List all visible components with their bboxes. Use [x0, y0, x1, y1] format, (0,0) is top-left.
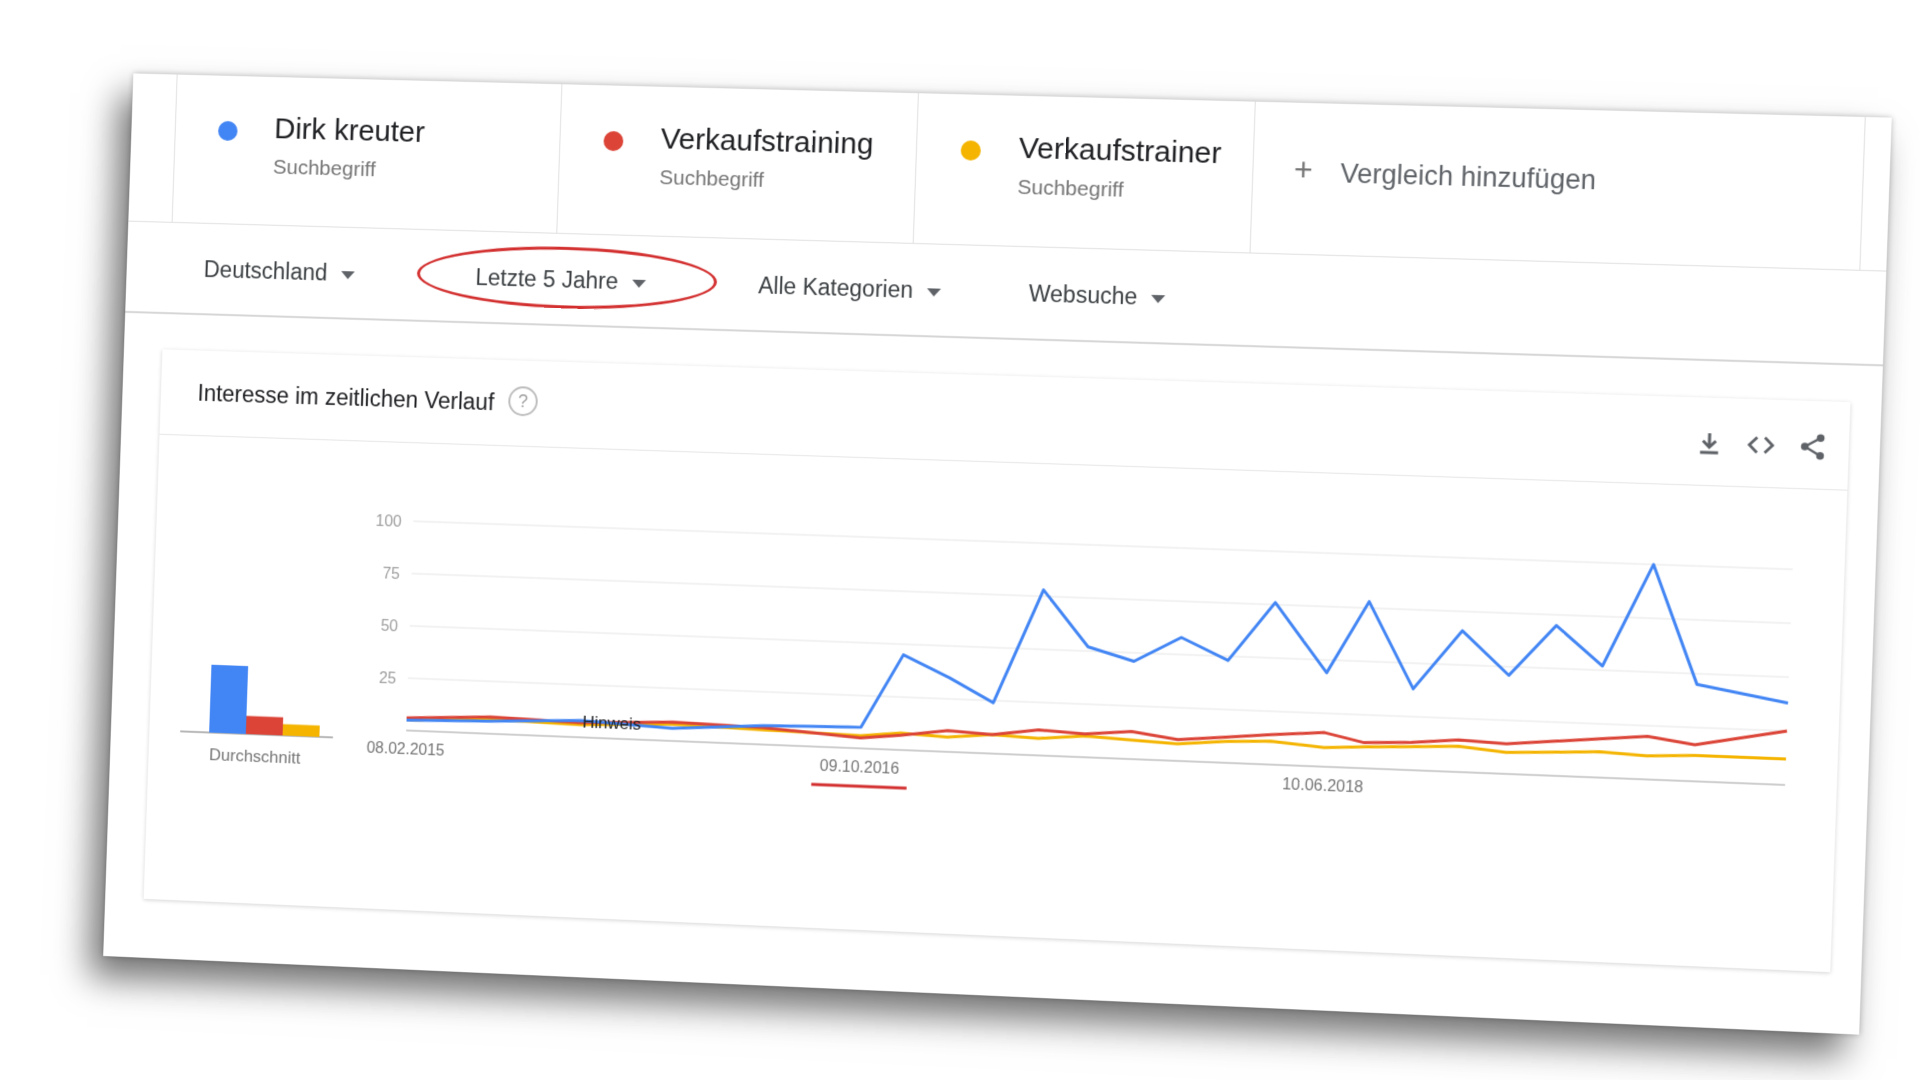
- add-comparison-label: Vergleich hinzufügen: [1339, 158, 1597, 196]
- caret-down-icon: [926, 288, 942, 297]
- chart-grid: [406, 521, 1793, 785]
- term-card-1[interactable]: Dirk kreuter Suchbegriff: [171, 74, 563, 233]
- average-bar-3[interactable]: [282, 724, 320, 737]
- chart-series: [407, 521, 1793, 774]
- term-type: Suchbegriff: [1017, 175, 1124, 202]
- caret-down-icon: [1151, 294, 1166, 304]
- download-icon[interactable]: [1693, 428, 1725, 459]
- time-range-value: Letzte 5 Jahre: [475, 264, 619, 295]
- average-label: Durchschnitt: [209, 745, 301, 768]
- region-dropdown[interactable]: Deutschland: [203, 256, 355, 287]
- x-tick-label: 08.02.2015: [366, 740, 445, 760]
- note-marker-label[interactable]: Hinweis: [582, 712, 641, 733]
- y-axis-ticks: 25 50 75 100: [375, 513, 402, 688]
- x-tick-label: 10.06.2018: [1282, 776, 1364, 797]
- average-bar-2[interactable]: [245, 715, 284, 736]
- term-name: Dirk kreuter: [273, 112, 426, 149]
- term-card-3[interactable]: Verkaufstrainer Suchbegriff: [913, 93, 1256, 253]
- term-color-dot: [603, 130, 624, 152]
- term-type: Suchbegriff: [272, 155, 377, 182]
- search-type-value: Websuche: [1028, 280, 1138, 310]
- plus-icon: +: [1293, 150, 1314, 188]
- trends-card: Dirk kreuter Suchbegriff Verkaufstrainin…: [103, 73, 1892, 1035]
- search-type-dropdown[interactable]: Websuche: [1028, 280, 1166, 311]
- embed-icon[interactable]: [1745, 429, 1777, 460]
- share-icon[interactable]: [1797, 431, 1829, 463]
- chart-area: Durchschnitt 25 50 75 100 08.02.2015 09.10.2…: [144, 434, 1848, 972]
- time-range-dropdown[interactable]: Letzte 5 Jahre: [475, 264, 646, 296]
- term-color-dot: [960, 140, 982, 161]
- region-value: Deutschland: [203, 256, 328, 286]
- x-tick-label: 09.10.2016: [819, 758, 899, 778]
- gridline: [412, 574, 1791, 624]
- term-type: Suchbegriff: [659, 166, 765, 192]
- x-axis-ticks: 08.02.2015 09.10.2016 10.06.2018: [366, 740, 1364, 797]
- widget-title: Interesse im zeitlichen Verlauf: [197, 379, 495, 416]
- term-name: Verkaufstraining: [660, 122, 875, 161]
- term-color-dot: [217, 120, 238, 142]
- screenshot-stage: Dirk kreuter Suchbegriff Verkaufstrainin…: [0, 0, 1920, 1080]
- category-value: Alle Kategorien: [757, 272, 914, 303]
- y-tick-label: 75: [382, 565, 400, 583]
- caret-down-icon: [631, 279, 646, 288]
- category-dropdown[interactable]: Alle Kategorien: [758, 272, 942, 304]
- y-tick-label: 100: [375, 513, 402, 531]
- average-bar-chart: Durchschnitt: [179, 664, 335, 768]
- y-tick-label: 25: [379, 670, 397, 688]
- y-tick-label: 50: [380, 618, 398, 636]
- term-name: Verkaufstrainer: [1018, 131, 1223, 171]
- caret-down-icon: [340, 270, 355, 280]
- annotation-underline: [811, 784, 906, 788]
- gridline: [413, 521, 1792, 569]
- add-comparison-button[interactable]: + Vergleich hinzufügen: [1250, 101, 1866, 270]
- average-bar-1[interactable]: [209, 664, 249, 734]
- interest-over-time-widget: Interesse im zeitlichen Verlauf ? Durchs…: [143, 349, 1851, 973]
- trend-chart[interactable]: Durchschnitt 25 50 75 100 08.02.2015 09.10.2…: [144, 434, 1848, 972]
- term-card-2[interactable]: Verkaufstraining Suchbegriff: [557, 84, 919, 243]
- help-icon[interactable]: ?: [507, 385, 539, 417]
